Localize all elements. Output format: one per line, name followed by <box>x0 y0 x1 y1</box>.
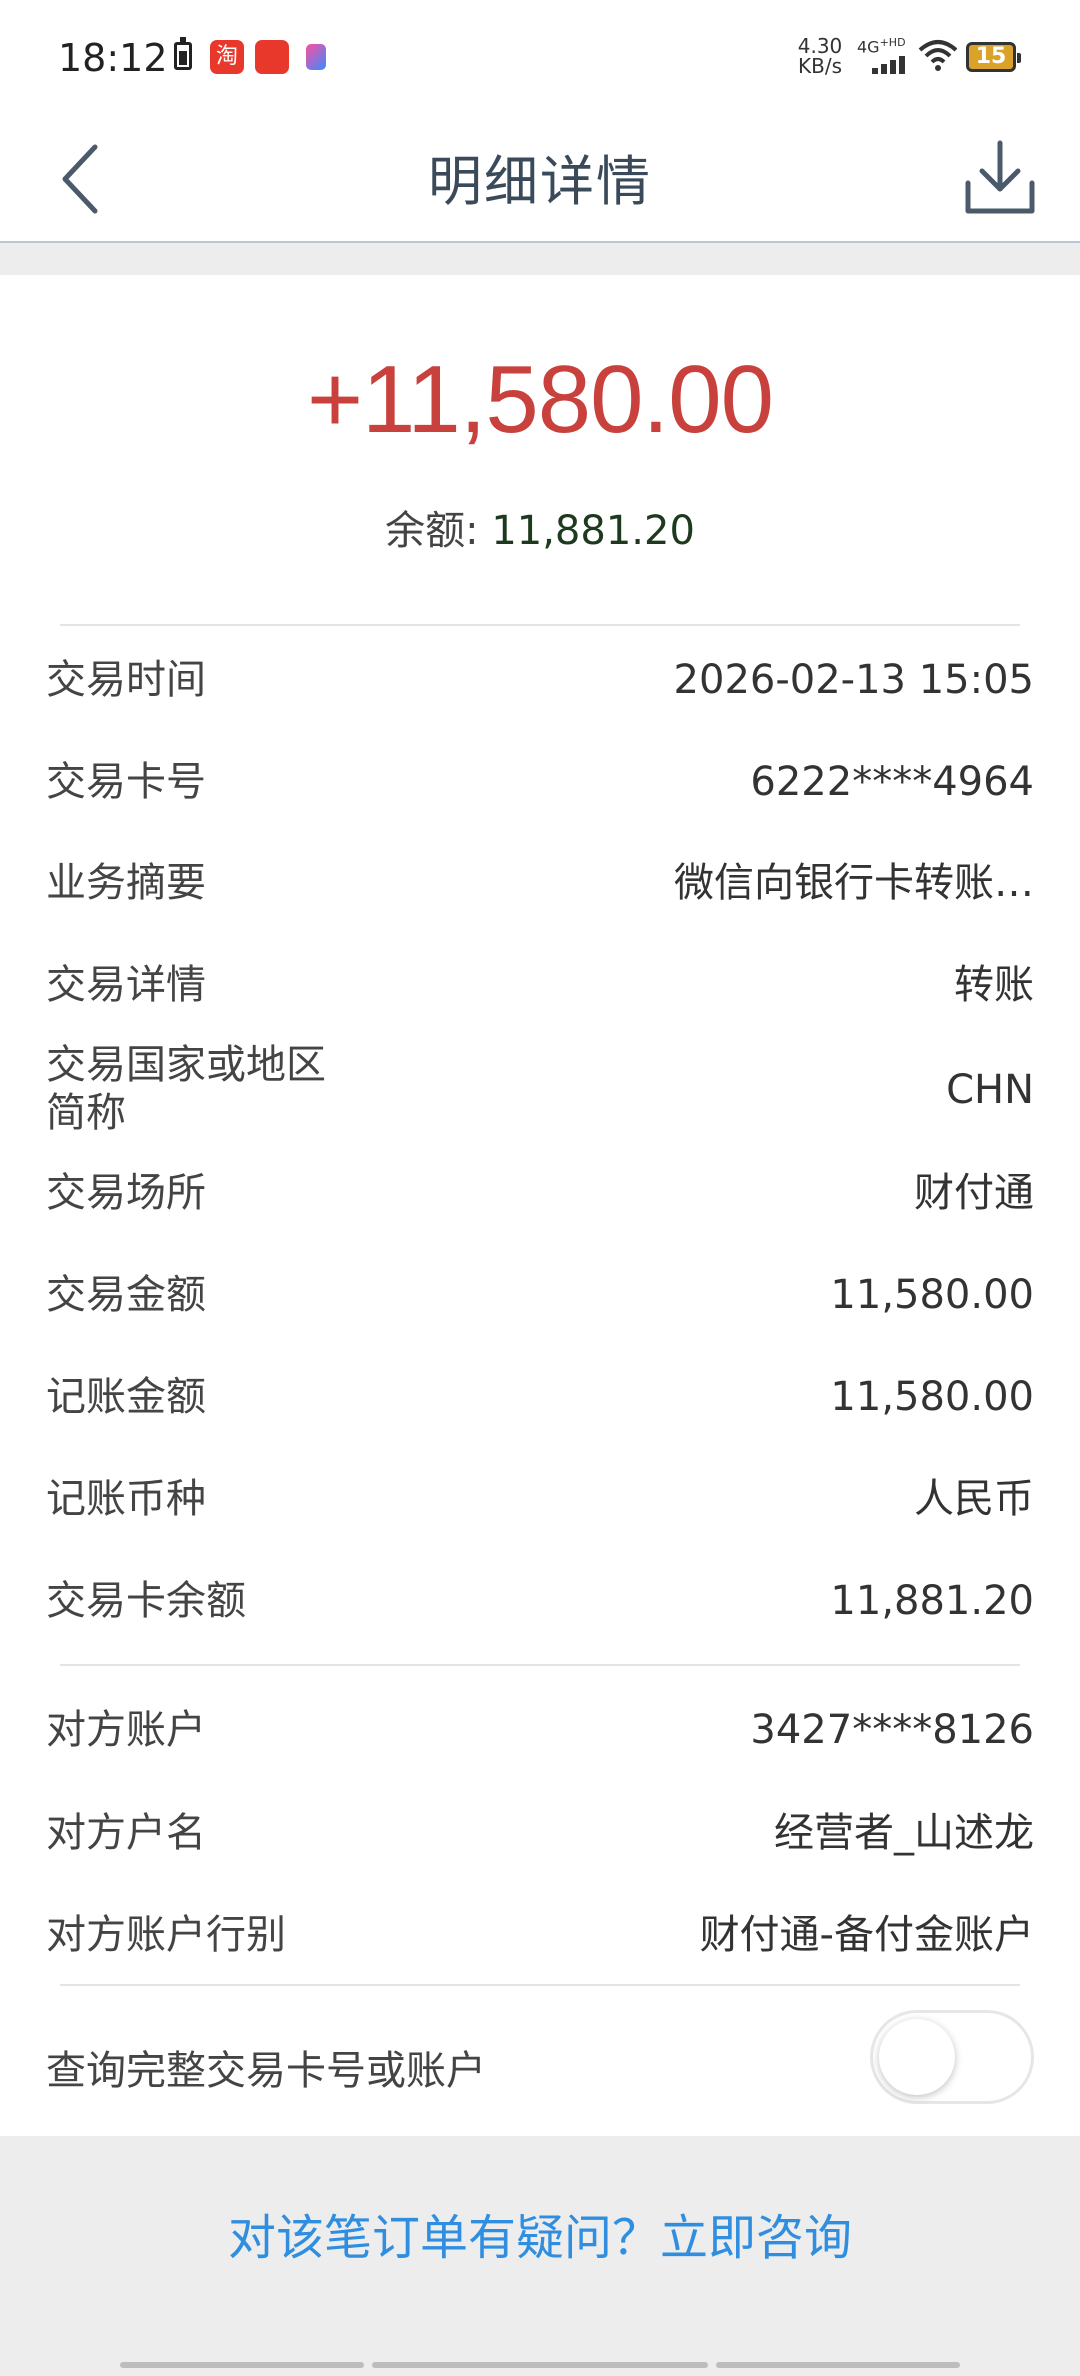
taobao-app-icon: 淘 <box>210 40 244 74</box>
row-value: 11,881.20 <box>830 1578 1034 1624</box>
balance-label: 余额: <box>385 508 492 554</box>
signal-type-label: 4G+HD <box>857 36 906 57</box>
row-value: 财付通-备付金账户 <box>699 1912 1034 1958</box>
divider <box>60 1984 1020 1986</box>
row-label-line1: 交易国家或地区 <box>46 1042 326 1088</box>
full-number-toggle-label: 查询完整交易卡号或账户 <box>46 2048 486 2094</box>
row-value: 3427****8126 <box>750 1707 1034 1753</box>
row-label: 交易场所 <box>46 1170 206 1216</box>
row-label: 对方账户 <box>46 1707 206 1753</box>
nav-indicator-right <box>716 2362 960 2368</box>
shopping-app-icon <box>255 40 289 74</box>
toggle-knob <box>879 2019 955 2095</box>
network-speed: 4.30 KB/s <box>790 36 850 76</box>
nav-indicator-left <box>120 2362 364 2368</box>
network-speed-unit: KB/s <box>798 54 842 78</box>
full-number-toggle[interactable] <box>870 2010 1034 2104</box>
row-value: 11,580.00 <box>830 1374 1034 1420</box>
row-label-line2: 简称 <box>46 1090 126 1136</box>
row-value: 2026-02-13 15:05 <box>673 657 1034 703</box>
signal-strength-icon <box>872 56 912 74</box>
balance-value: 11,881.20 <box>491 508 695 554</box>
consult-link[interactable]: 对该笔订单有疑问？立即咨询 <box>0 2198 1080 2268</box>
row-label: 交易金额 <box>46 1272 206 1318</box>
row-value: 微信向银行卡转账… <box>674 860 1034 906</box>
row-value: 转账 <box>954 962 1034 1008</box>
wifi-icon <box>918 40 958 71</box>
divider <box>60 1664 1020 1666</box>
row-label: 业务摘要 <box>46 860 206 906</box>
row-value: 经营者_山述龙 <box>774 1810 1034 1856</box>
balance-line: 余额: 11,881.20 <box>0 498 1080 556</box>
row-label: 交易时间 <box>46 657 206 703</box>
row-label: 交易卡余额 <box>46 1578 246 1624</box>
network-speed-value: 4.30 <box>797 34 843 58</box>
title-bar: 明细详情 <box>0 115 1080 243</box>
row-label: 对方户名 <box>46 1810 206 1856</box>
row-label: 记账金额 <box>46 1374 206 1420</box>
row-value: 人民币 <box>914 1476 1034 1522</box>
status-time: 18:12 <box>58 36 168 80</box>
row-label: 记账币种 <box>46 1476 206 1522</box>
download-icon[interactable] <box>960 135 1040 221</box>
page-title: 明细详情 <box>428 150 652 213</box>
battery-saver-icon <box>174 37 192 70</box>
nav-indicator-center <box>372 2362 708 2368</box>
app-notification-icon <box>306 44 326 70</box>
row-value: 财付通 <box>914 1170 1034 1216</box>
transaction-amount: +11,580.00 <box>306 346 774 453</box>
row-value: 6222****4964 <box>750 759 1034 805</box>
row-value: CHN <box>946 1067 1034 1113</box>
row-label: 交易详情 <box>46 962 206 1008</box>
row-label: 交易卡号 <box>46 759 206 805</box>
battery-icon: 15 <box>966 42 1021 72</box>
status-bar: 18:12 淘 4.30 KB/s 4G+HD 15 <box>0 0 1080 115</box>
section-gap <box>0 243 1080 275</box>
divider <box>60 624 1020 626</box>
row-value: 11,580.00 <box>830 1272 1034 1318</box>
row-label: 对方账户行别 <box>46 1912 286 1958</box>
